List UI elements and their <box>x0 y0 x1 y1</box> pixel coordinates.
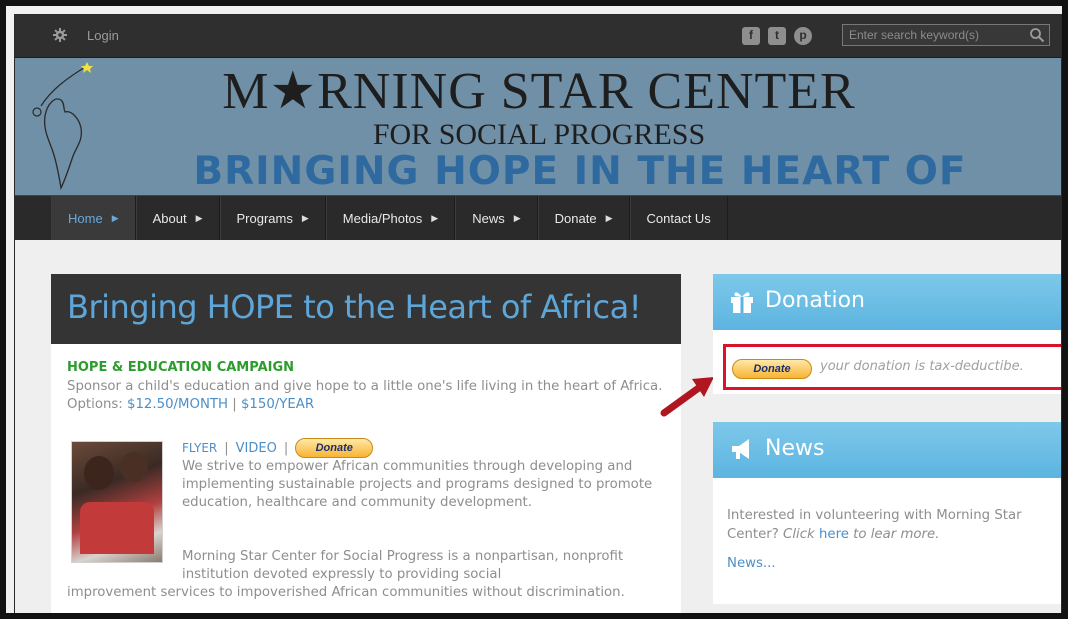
nav-item-programs[interactable]: Programs ▶ <box>219 196 326 240</box>
flyer-link[interactable]: FLYER <box>182 441 217 455</box>
tax-deductible-note: your donation is tax-deductibe. <box>820 359 1024 374</box>
megaphone-icon <box>732 439 749 459</box>
news-title: News <box>765 436 825 461</box>
top-bar: Login f t p <box>15 15 1061 58</box>
chevron-right-icon: ▶ <box>111 212 119 223</box>
about-paragraph: Morning Star Center for Social Progress … <box>182 549 624 582</box>
pinterest-icon[interactable]: p <box>794 27 812 45</box>
login-link[interactable]: Login <box>87 28 119 43</box>
screenshot-frame: Login f t p M★RNING STAR CENTER FOR SOCI… <box>0 0 1068 619</box>
hero-header: Bringing HOPE to the Heart of Africa! <box>51 274 681 344</box>
site-subtitle: FOR SOCIAL PROGRESS <box>372 118 706 151</box>
nav-item-label: News <box>472 210 505 226</box>
donation-highlight-box: Donate your donation is tax-deductibe. <box>723 344 1061 390</box>
nav-bar: Home ▶ About ▶ Programs ▶ Media/Photos ▶ New… <box>51 196 728 240</box>
hero-title: Bringing HOPE to the Heart of Africa! <box>67 288 642 326</box>
video-link[interactable]: VIDEO <box>236 441 277 456</box>
nav-item-donate[interactable]: Donate ▶ <box>537 196 630 240</box>
sidebar-donate-button[interactable]: Donate <box>732 359 812 379</box>
news-here-link[interactable]: here <box>819 527 849 542</box>
header-banner: M★RNING STAR CENTER FOR SOCIAL PROGRESS … <box>15 58 1061 238</box>
nav-item-home[interactable]: Home ▶ <box>51 196 136 240</box>
mission-paragraph: We strive to empower African communities… <box>182 459 653 510</box>
gift-icon <box>731 292 753 313</box>
chevron-right-icon: ▶ <box>605 212 613 223</box>
site-title: M★RNING STAR CENTER <box>222 63 856 120</box>
gear-icon[interactable] <box>53 28 67 42</box>
nav-item-contact-us[interactable]: Contact Us <box>629 196 728 240</box>
chevron-right-icon: ▶ <box>301 212 309 223</box>
nav-item-about[interactable]: About ▶ <box>135 196 220 240</box>
link-separator: | <box>283 440 289 456</box>
option-year-link[interactable]: $150/YEAR <box>241 397 314 412</box>
link-separator: | <box>224 440 229 456</box>
news-post-text: to lear more. <box>848 527 940 542</box>
nav-item-news[interactable]: News ▶ <box>455 196 538 240</box>
twitter-icon[interactable]: t <box>768 27 786 45</box>
facebook-icon[interactable]: f <box>742 27 760 45</box>
search-box <box>842 24 1050 46</box>
nav-item-label: Home <box>68 210 103 226</box>
child-figure <box>84 456 114 490</box>
search-icon[interactable] <box>1029 27 1045 43</box>
chevron-right-icon: ▶ <box>195 212 203 223</box>
nav-item-media-photos[interactable]: Media/Photos ▶ <box>325 196 456 240</box>
donation-title: Donation <box>765 288 865 313</box>
news-more-link[interactable]: News... <box>727 556 776 571</box>
sponsor-text: Sponsor a child's education and give hop… <box>67 378 667 414</box>
news-widget-header: News <box>713 422 1061 478</box>
main-content: Bringing HOPE to the Heart of Africa! HO… <box>51 274 681 613</box>
nav-item-label: Donate <box>554 210 597 226</box>
news-click-text: Click <box>783 527 819 542</box>
child-figure <box>80 502 154 554</box>
sidebar: Donation Donate your donation is tax-ded… <box>713 274 1062 617</box>
option-month-link[interactable]: $12.50/MONTH <box>127 397 228 412</box>
next-widget-header <box>713 614 1062 617</box>
nav-item-label: About <box>152 210 187 226</box>
children-photo <box>71 441 163 563</box>
chevron-right-icon: ▶ <box>431 212 439 223</box>
red-arrow-annotation <box>660 377 714 417</box>
donate-button[interactable]: Donate <box>295 438 374 458</box>
main-nav: Home ▶ About ▶ Programs ▶ Media/Photos ▶ New… <box>15 195 1061 240</box>
about-paragraph-continued: improvement services to impoverished Afr… <box>67 585 625 600</box>
browser-viewport: Login f t p M★RNING STAR CENTER FOR SOCI… <box>14 14 1062 617</box>
media-links: FLYER | VIDEO | Donate <box>182 438 374 458</box>
nav-item-label: Contact Us <box>646 210 711 226</box>
donation-widget-header: Donation <box>713 274 1061 330</box>
search-input[interactable] <box>843 25 1023 45</box>
option-separator: | <box>228 397 241 412</box>
nav-item-label: Programs <box>236 210 293 226</box>
campaign-title: HOPE & EDUCATION CAMPAIGN <box>67 360 295 375</box>
news-text: Interested in volunteering with Morning … <box>727 506 1047 544</box>
nav-item-label: Media/Photos <box>342 210 423 226</box>
child-figure <box>120 452 148 482</box>
chevron-right-icon: ▶ <box>513 212 521 223</box>
